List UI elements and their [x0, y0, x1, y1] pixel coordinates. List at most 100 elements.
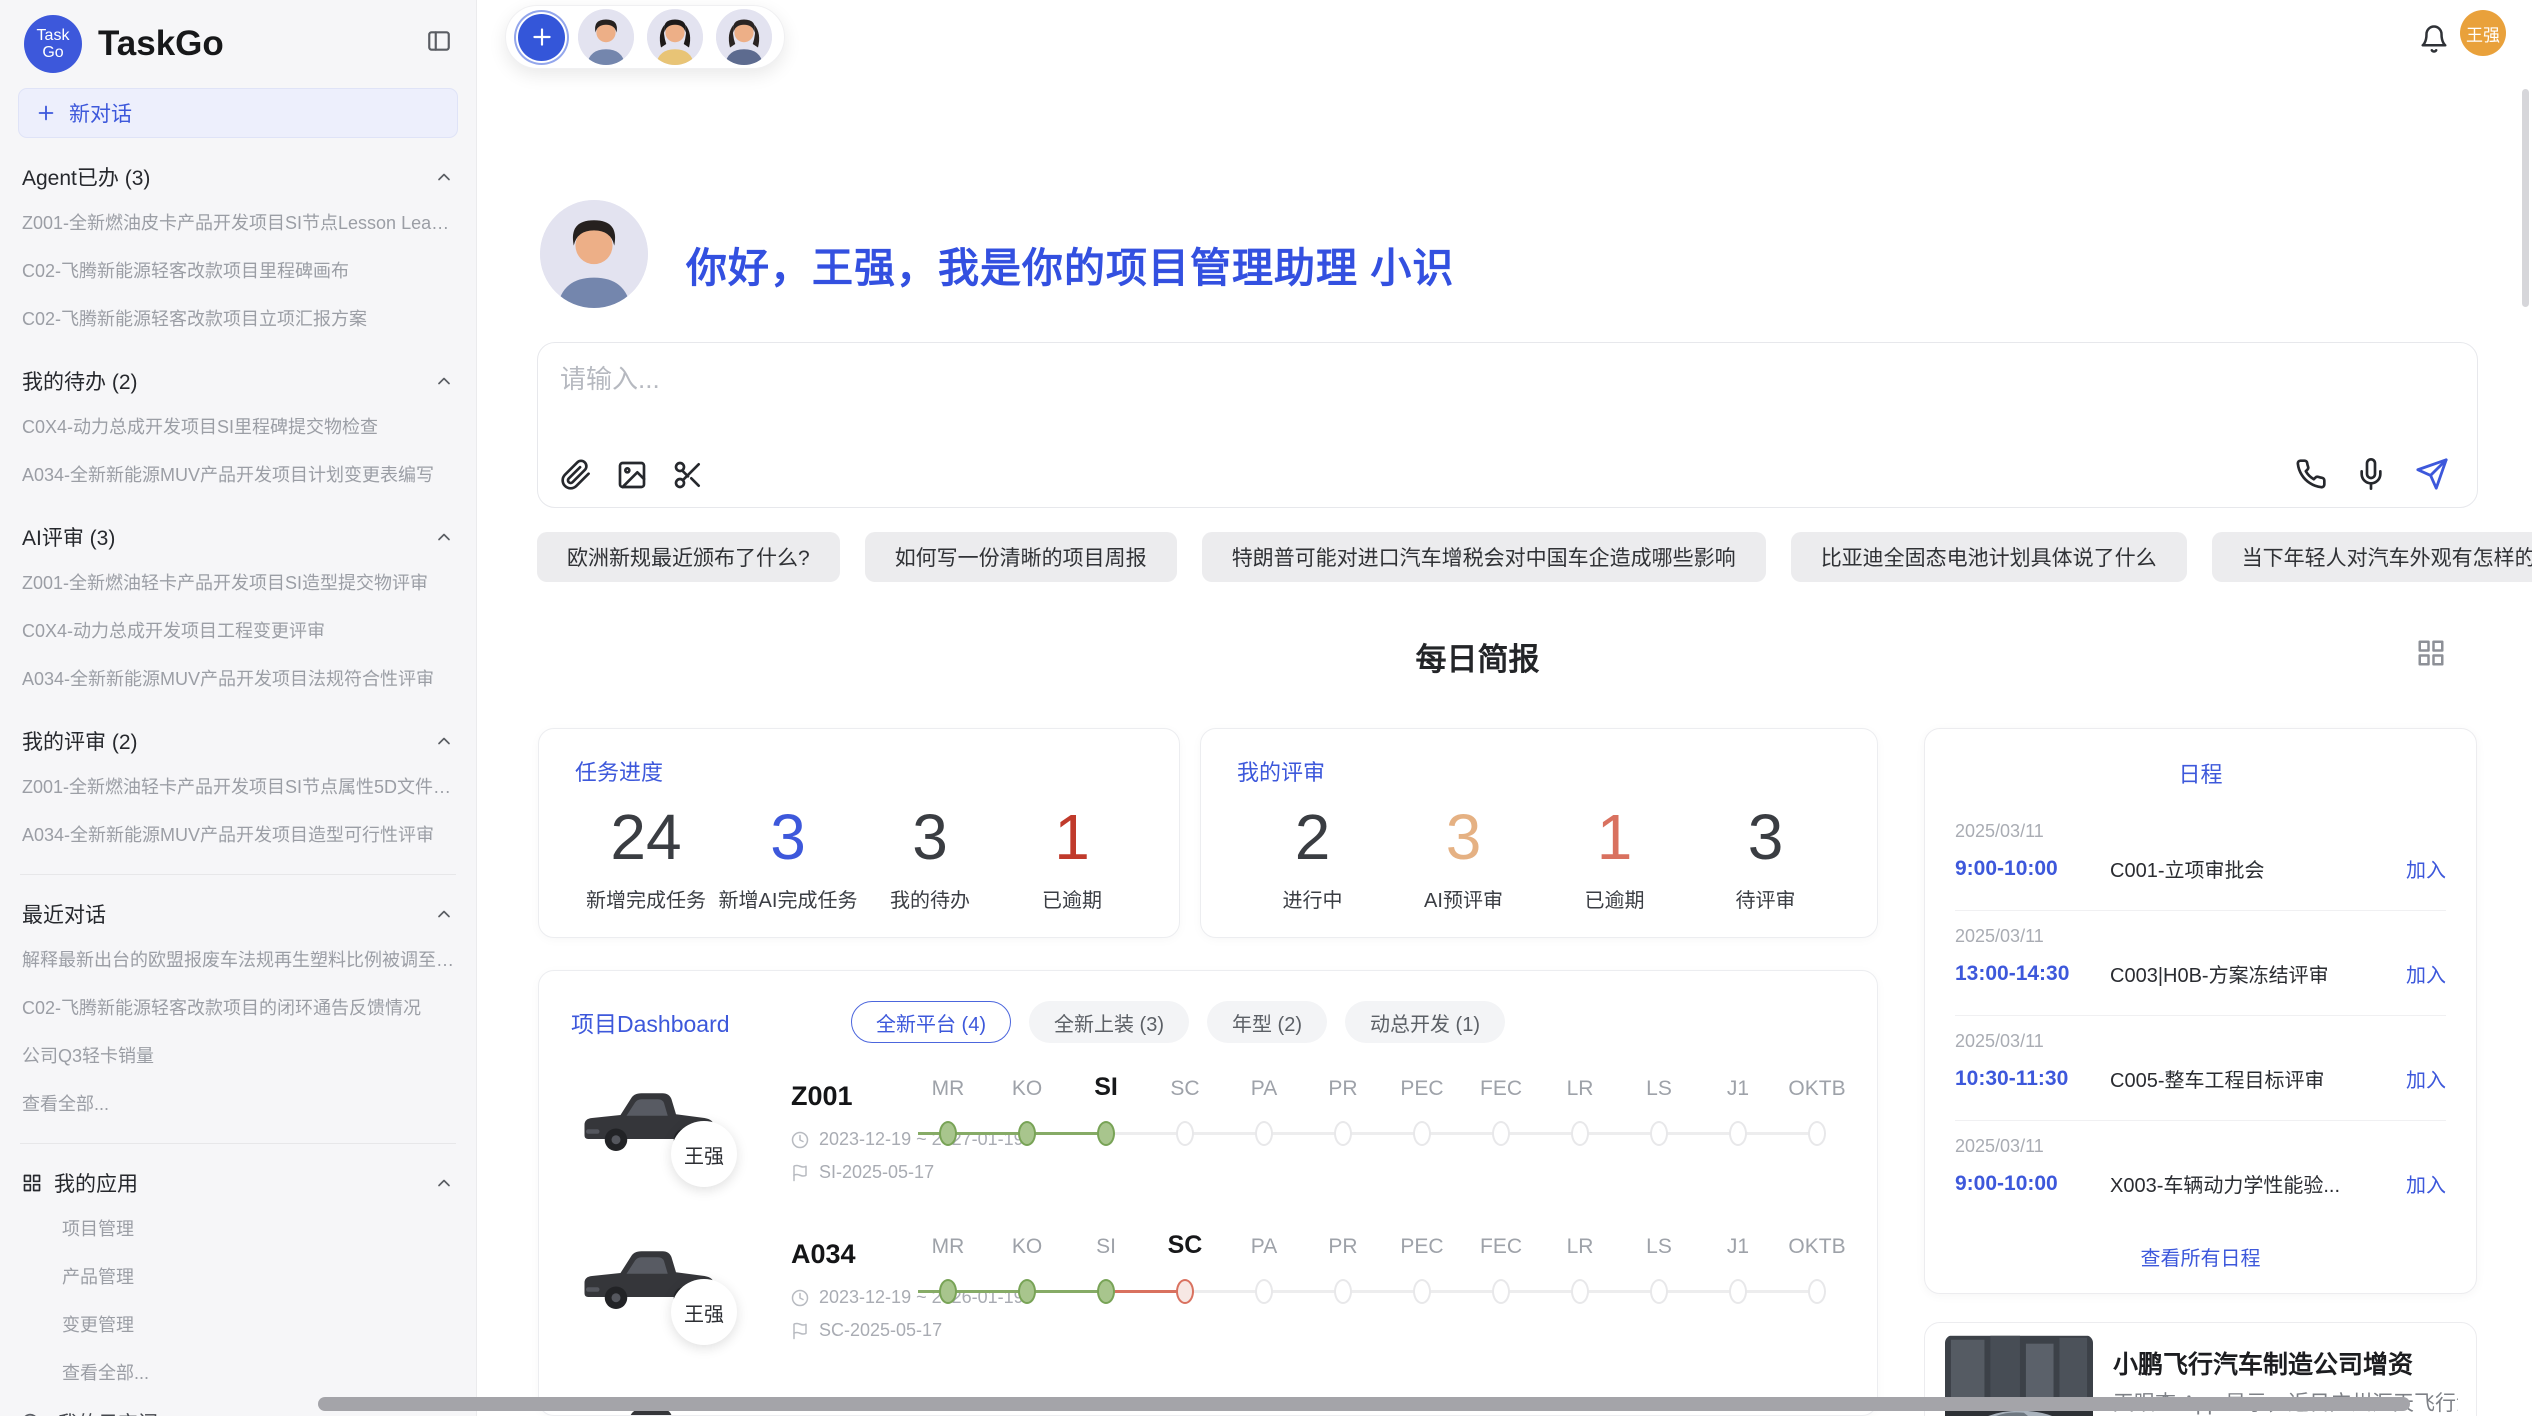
assistant-avatar-1[interactable]: [578, 9, 634, 65]
paperclip-icon[interactable]: [560, 459, 592, 491]
sidebar-item[interactable]: A034-全新新能源MUV产品开发项目计划变更表编写: [18, 450, 458, 498]
dashboard-tab[interactable]: 动总开发 (1): [1345, 1001, 1505, 1043]
chat-input[interactable]: [560, 359, 2060, 449]
schedule-join-link[interactable]: 加入: [2406, 1064, 2446, 1093]
project-owner-badge: 王强: [671, 1279, 737, 1345]
milestone-dot-J1: [1729, 1279, 1747, 1304]
assistant-avatar-2[interactable]: [647, 9, 703, 65]
sidebar-item[interactable]: A034-全新新能源MUV产品开发项目法规符合性评审: [18, 654, 458, 702]
plus-icon: [35, 101, 57, 125]
sidebar-section-title[interactable]: 我的应用: [22, 1168, 454, 1198]
sidebar-collapse-icon[interactable]: [426, 28, 452, 54]
mic-icon[interactable]: [2355, 458, 2387, 490]
sidebar-item[interactable]: 解释最新出台的欧盟报废车法规再生塑料比例被调至15%...: [18, 935, 458, 983]
sidebar-section-title[interactable]: Agent已办 (3): [22, 162, 454, 192]
milestone-dot-SC: [1176, 1279, 1194, 1304]
suggestion-chip[interactable]: 比亚迪全固态电池计划具体说了什么: [1791, 532, 2187, 582]
suggestion-chip[interactable]: 欧洲新规最近颁布了什么?: [537, 532, 840, 582]
my-review-title: 我的评审: [1237, 755, 1841, 787]
sidebar-item[interactable]: C02-飞腾新能源轻客改款项目里程碑画布: [18, 246, 458, 294]
scissors-icon[interactable]: [672, 459, 704, 491]
stat-label: 进行中: [1237, 884, 1388, 913]
flag-icon: [791, 1164, 809, 1182]
sidebar-item[interactable]: Z001-全新燃油轻卡产品开发项目SI造型提交物评审: [18, 558, 458, 606]
sidebar-item[interactable]: 项目管理: [18, 1204, 458, 1252]
notification-bell-icon[interactable]: [2419, 24, 2449, 54]
logo-text-top: Task: [37, 27, 70, 44]
sidebar-item[interactable]: C0X4-动力总成开发项目SI里程碑提交物检查: [18, 402, 458, 450]
microphone-icon[interactable]: [2355, 458, 2387, 490]
milestone-label-LS: LS: [1646, 1235, 1672, 1259]
milestone-label-KO: KO: [1012, 1077, 1042, 1101]
project-row-Z001[interactable]: 王强 Z001 2023-12-19 ~ 2027-01-19 SI-2025-…: [571, 1059, 1851, 1209]
schedule-join-link[interactable]: 加入: [2406, 854, 2446, 883]
divider: [1955, 1015, 2446, 1016]
schedule-item: 2025/03/11 9:00-10:00 X003-车辆动力学性能验... 加…: [1955, 1122, 2446, 1226]
dashboard-tab[interactable]: 全新平台 (4): [851, 1001, 1011, 1043]
sidebar-item[interactable]: C02-飞腾新能源轻客改款项目立项汇报方案: [18, 294, 458, 342]
milestone-dot-FEC: [1492, 1279, 1510, 1304]
milestone-label-FEC: FEC: [1480, 1077, 1522, 1101]
vertical-scrollbar[interactable]: [2522, 89, 2529, 307]
project-row-A034[interactable]: 王强 A034 2023-12-19 ~ 2026-01-19 SC-2025-…: [571, 1217, 1851, 1367]
schedule-join-link[interactable]: 加入: [2406, 1169, 2446, 1198]
sidebar-item[interactable]: Z001-全新燃油轻卡产品开发项目SI节点属性5D文件评审: [18, 762, 458, 810]
sidebar-item[interactable]: 产品管理: [18, 1252, 458, 1300]
dashboard-tab[interactable]: 全新上装 (3): [1029, 1001, 1189, 1043]
add-conversation-button[interactable]: [518, 14, 565, 61]
cloud-icon: [22, 1411, 44, 1416]
section-title-label: 最近对话: [22, 899, 106, 929]
send-icon[interactable]: [2415, 457, 2449, 491]
sidebar-item[interactable]: 查看全部...: [18, 1079, 458, 1127]
attach-file-icon[interactable]: [560, 459, 592, 491]
milestone-label-LS: LS: [1646, 1077, 1672, 1101]
image-icon[interactable]: [616, 459, 648, 491]
sidebar-section-title[interactable]: 最近对话: [22, 899, 454, 929]
user-avatar[interactable]: 王强: [2460, 10, 2506, 56]
suggestion-chip[interactable]: 特朗普可能对进口汽车增税会对中国车企造成哪些影响: [1202, 532, 1766, 582]
my-review-card: 我的评审 2 进行中3 AI预评审1 已逾期3 待评审: [1200, 728, 1878, 938]
milestone-label-PEC: PEC: [1400, 1077, 1443, 1101]
schedule-join-link[interactable]: 加入: [2406, 959, 2446, 988]
new-chat-button[interactable]: 新对话: [18, 88, 458, 138]
daily-briefing-title: 每日简报: [477, 634, 2478, 679]
suggestion-chip[interactable]: 如何写一份清晰的项目周报: [865, 532, 1177, 582]
horizontal-scrollbar[interactable]: [318, 1397, 2410, 1411]
grid-icon[interactable]: [2416, 638, 2446, 668]
sidebar-item[interactable]: 查看全部...: [18, 1348, 458, 1396]
sidebar-section-title[interactable]: 我的待办 (2): [22, 366, 454, 396]
project-dashboard-card: 项目Dashboard 全新平台 (4)全新上装 (3)年型 (2)动总开发 (…: [538, 970, 1878, 1416]
sidebar-item[interactable]: A034-全新新能源MUV产品开发项目造型可行性评审: [18, 810, 458, 858]
stat-label: 已逾期: [1539, 884, 1690, 913]
stat-value: 2: [1237, 791, 1388, 884]
sidebar-section-title[interactable]: AI评审 (3): [22, 522, 454, 552]
phone-icon[interactable]: [2295, 458, 2327, 490]
milestone-dot-PA: [1255, 1121, 1273, 1146]
milestone-label-MR: MR: [932, 1077, 965, 1101]
stat-value: 1: [1539, 791, 1690, 884]
chevron-up-icon: [434, 904, 454, 924]
sidebar-item[interactable]: 变更管理: [18, 1300, 458, 1348]
send-icon[interactable]: [2415, 457, 2449, 491]
voice-call-icon[interactable]: [2295, 458, 2327, 490]
sidebar-item[interactable]: C02-飞腾新能源轻客改款项目的闭环通告反馈情况: [18, 983, 458, 1031]
stat-label: AI预评审: [1388, 884, 1539, 913]
milestone-dot-OKTB: [1808, 1121, 1826, 1146]
sidebar-section-title[interactable]: 我的评审 (2): [22, 726, 454, 756]
sidebar-item[interactable]: C0X4-动力总成开发项目工程变更评审: [18, 606, 458, 654]
sidebar-item[interactable]: 公司Q3轻卡销量: [18, 1031, 458, 1079]
view-all-schedule-link[interactable]: 查看所有日程: [1925, 1242, 2476, 1271]
chevron-up-icon: [434, 527, 454, 547]
milestone-label-LR: LR: [1567, 1235, 1594, 1259]
layout-grid-icon[interactable]: [2416, 638, 2446, 668]
suggestion-chip[interactable]: 当下年轻人对汽车外观有怎样的喜好趋势: [2212, 532, 2532, 582]
dashboard-tab[interactable]: 年型 (2): [1207, 1001, 1327, 1043]
attach-image-icon[interactable]: [616, 459, 648, 491]
milestone-dot-SI: [1097, 1279, 1115, 1304]
screenshot-icon[interactable]: [672, 459, 704, 491]
sidebar-item[interactable]: Z001-全新燃油皮卡产品开发项目SI节点Lesson Learn报告: [18, 198, 458, 246]
milestone-label-SI: SI: [1094, 1073, 1118, 1102]
assistant-avatar-3[interactable]: [716, 9, 772, 65]
chat-input-card: [537, 342, 2478, 508]
section-title-label: 我的应用: [54, 1168, 138, 1198]
